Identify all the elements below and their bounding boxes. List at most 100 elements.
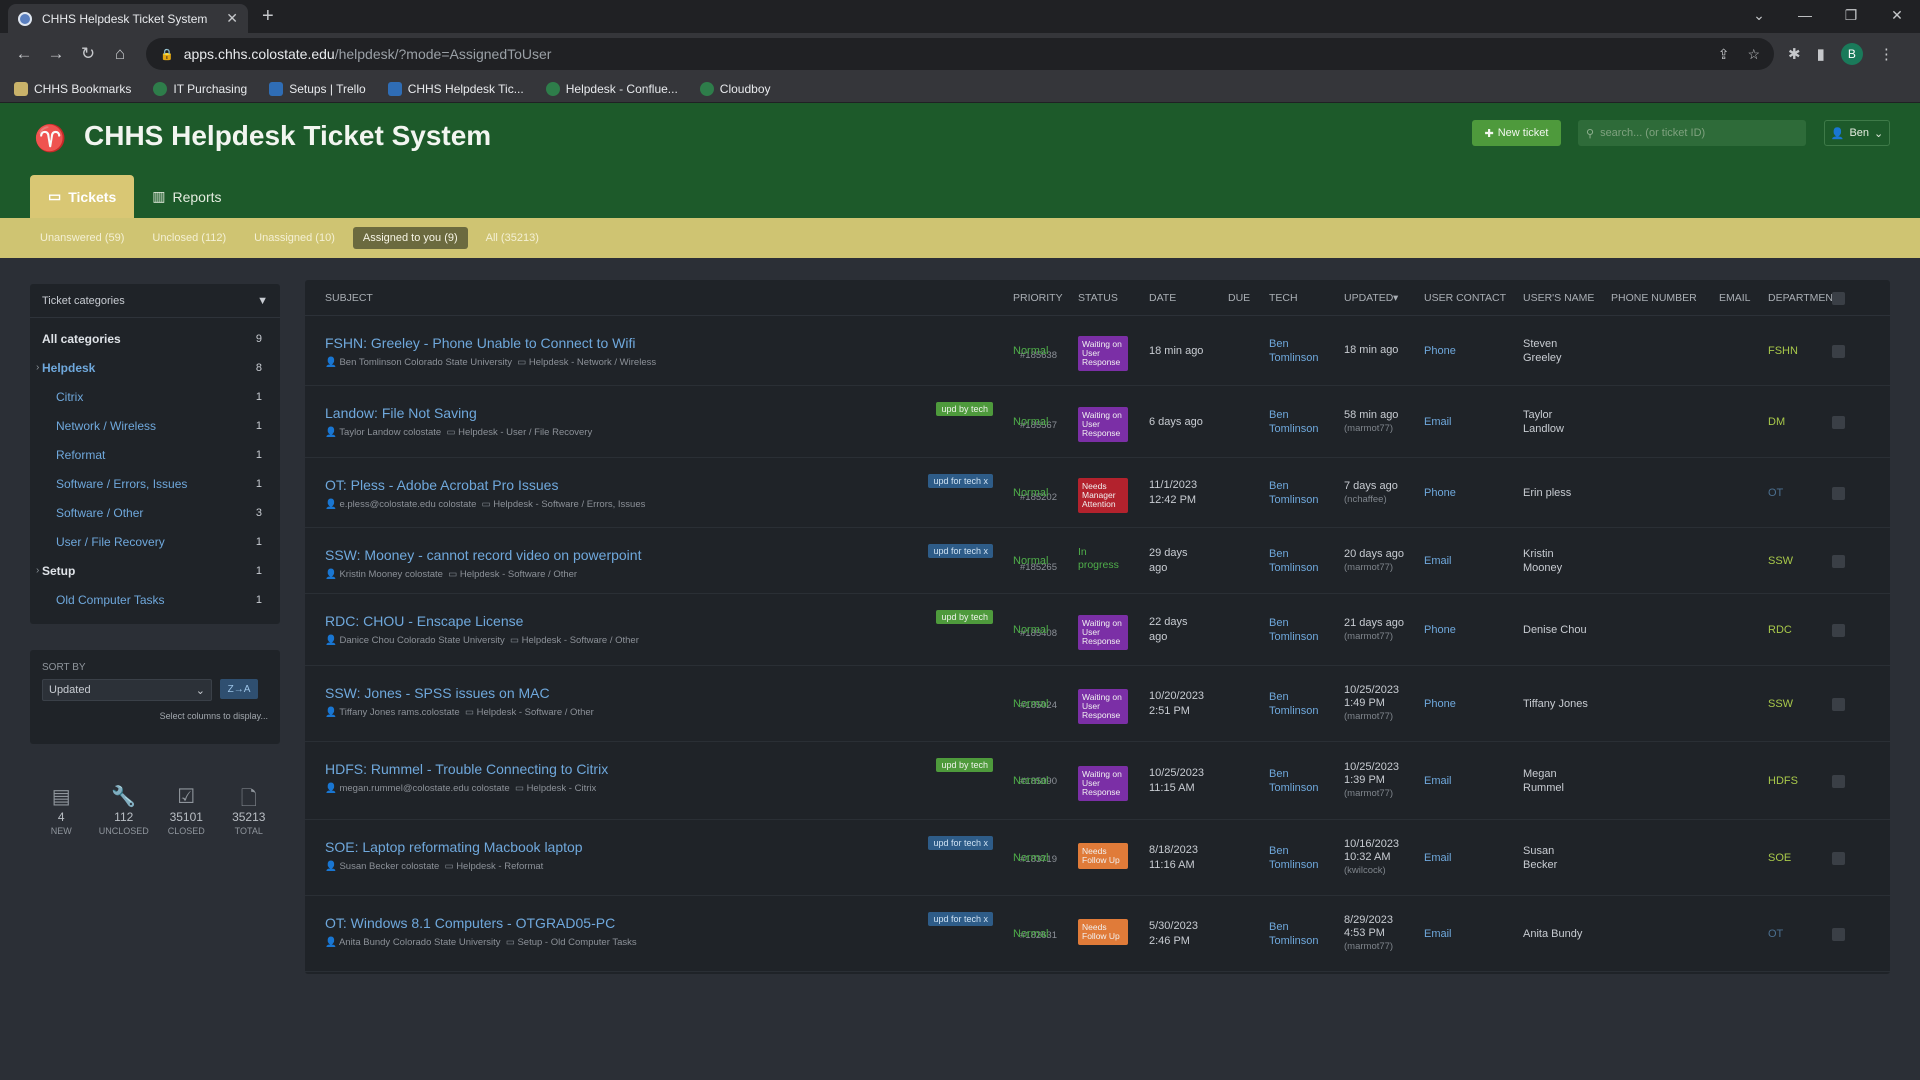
bookmark-item[interactable]: CHHS Bookmarks	[14, 81, 131, 96]
search-input[interactable]	[1600, 127, 1781, 139]
bookmark-item[interactable]: Helpdesk - Conflue...	[545, 81, 678, 96]
bookmark-item[interactable]: Setups | Trello	[269, 81, 366, 96]
tab-search-icon[interactable]: ⌄	[1736, 0, 1782, 33]
category-item[interactable]: All categories 9	[30, 324, 280, 353]
table-row[interactable]: OT: Pless - Adobe Acrobat Pro Issues 👤 e.…	[305, 458, 1890, 528]
tech-link[interactable]: Ben Tomlinson	[1269, 337, 1319, 365]
table-row[interactable]: SOE: Laptop reformating Macbook laptop 👤 …	[305, 820, 1890, 896]
filter-assigned-to-you[interactable]: Assigned to you (9)	[352, 227, 468, 249]
minimize-icon[interactable]: —	[1782, 0, 1828, 33]
restore-icon[interactable]: ❐	[1828, 0, 1874, 33]
tech-link[interactable]: Ben Tomlinson	[1269, 408, 1319, 436]
category-item[interactable]: › Helpdesk 8	[30, 353, 280, 382]
row-checkbox[interactable]	[1832, 928, 1845, 941]
extensions-icon[interactable]: ✱	[1788, 45, 1801, 63]
table-row[interactable]: SSW: Jones - SPSS issues on MAC 👤 Tiffany…	[305, 666, 1890, 742]
bookmark-item[interactable]: Cloudboy	[699, 81, 771, 96]
tech-link[interactable]: Ben Tomlinson	[1269, 767, 1319, 795]
folder-icon	[14, 81, 28, 96]
category-item[interactable]: Software / Errors, Issues 1	[30, 469, 280, 498]
category-item[interactable]: Reformat 1	[30, 440, 280, 469]
browser-tab[interactable]: CHHS Helpdesk Ticket System ✕	[8, 4, 248, 33]
sort-direction-button[interactable]: Z→A	[220, 679, 258, 699]
stat-closed: ☑ 35101 CLOSED	[155, 784, 218, 836]
url-field[interactable]: 🔒 apps.chhs.colostate.edu /helpdesk/?mod…	[146, 38, 1774, 70]
user-contact: Email	[1424, 775, 1452, 787]
filter-unanswered[interactable]: Unanswered (59)	[30, 227, 134, 249]
profile-avatar[interactable]: B	[1840, 43, 1863, 65]
category-item[interactable]: User / File Recovery 1	[30, 527, 280, 556]
bookmark-item[interactable]: CHHS Helpdesk Tic...	[387, 81, 524, 96]
row-checkbox[interactable]	[1832, 487, 1845, 500]
row-checkbox[interactable]	[1832, 852, 1845, 865]
row-checkbox[interactable]	[1832, 345, 1845, 358]
new-ticket-button[interactable]: ✚ New ticket	[1472, 120, 1561, 146]
table-row[interactable]: RDC: CHOU - Enscape License 👤 Danice Chou…	[305, 594, 1890, 666]
col-due[interactable]: DUE	[1228, 292, 1250, 304]
col-phone-number[interactable]: PHONE NUMBER	[1611, 292, 1697, 304]
category-item[interactable]: Network / Wireless 1	[30, 411, 280, 440]
department-label: RDC	[1768, 624, 1792, 636]
row-checkbox[interactable]	[1832, 775, 1845, 788]
col-department[interactable]: DEPARTMENT	[1768, 292, 1839, 304]
close-tab-icon[interactable]: ✕	[226, 10, 238, 27]
tech-link[interactable]: Ben Tomlinson	[1269, 920, 1319, 948]
update-badge[interactable]: upd for tech x	[928, 474, 993, 488]
forward-icon[interactable]: →	[40, 44, 72, 64]
filter-unassigned[interactable]: Unassigned (10)	[244, 227, 345, 249]
col-priority[interactable]: PRIORITY	[1013, 292, 1063, 304]
sort-select[interactable]: Updated ⌄	[42, 679, 212, 701]
update-badge[interactable]: upd for tech x	[928, 836, 993, 850]
user-menu[interactable]: 👤 Ben ⌄	[1824, 120, 1890, 146]
bookmark-star-icon[interactable]: ☆	[1747, 46, 1760, 63]
category-item[interactable]: Software / Other 3	[30, 498, 280, 527]
ram-icon	[153, 81, 168, 96]
category-item[interactable]: Citrix 1	[30, 382, 280, 411]
col-updated[interactable]: UPDATED	[1344, 292, 1393, 304]
col-email[interactable]: EMAIL	[1719, 292, 1751, 304]
update-badge[interactable]: upd for tech x	[928, 544, 993, 558]
filter-unclosed[interactable]: Unclosed (112)	[142, 227, 236, 249]
row-checkbox[interactable]	[1832, 555, 1845, 568]
col-users-name[interactable]: USER'S NAME	[1523, 292, 1594, 304]
reload-icon[interactable]: ↻	[72, 44, 104, 64]
update-badge[interactable]: upd for tech x	[928, 912, 993, 926]
category-item[interactable]: Old Computer Tasks 1	[30, 585, 280, 614]
col-status[interactable]: STATUS	[1078, 292, 1118, 304]
close-window-icon[interactable]: ✕	[1874, 0, 1920, 33]
col-subject[interactable]: SUBJECT	[325, 292, 373, 304]
side-panel-icon[interactable]: ▮	[1817, 45, 1825, 63]
tech-link[interactable]: Ben Tomlinson	[1269, 547, 1319, 575]
updated-time: 10/25/2023 1:49 PM (marmot77)	[1344, 684, 1400, 722]
bookmark-item[interactable]: IT Purchasing	[153, 81, 247, 96]
row-checkbox[interactable]	[1832, 624, 1845, 637]
row-checkbox[interactable]	[1832, 698, 1845, 711]
home-icon[interactable]: ⌂	[104, 44, 136, 64]
table-row[interactable]: HDFS: Rummel - Trouble Connecting to Cit…	[305, 742, 1890, 820]
col-date[interactable]: DATE	[1149, 292, 1176, 304]
tab-reports[interactable]: ▥ Reports	[134, 175, 239, 218]
col-tech[interactable]: TECH	[1269, 292, 1298, 304]
tech-link[interactable]: Ben Tomlinson	[1269, 844, 1319, 872]
tech-link[interactable]: Ben Tomlinson	[1269, 616, 1319, 644]
tab-tickets[interactable]: ▭ Tickets	[30, 175, 135, 218]
table-row[interactable]: SSW: Mooney - cannot record video on pow…	[305, 528, 1890, 594]
tech-link[interactable]: Ben Tomlinson	[1269, 690, 1319, 718]
filter-all[interactable]: All (35213)	[476, 227, 549, 249]
table-row[interactable]: FSHN: Greeley - Phone Unable to Connect …	[305, 316, 1890, 386]
select-columns-link[interactable]: Select columns to display...	[42, 711, 268, 721]
row-checkbox[interactable]	[1832, 416, 1845, 429]
new-tab-icon[interactable]: +	[262, 5, 274, 28]
select-all-checkbox[interactable]	[1832, 292, 1845, 305]
menu-dots-icon[interactable]: ⋮	[1879, 45, 1894, 63]
table-row[interactable]: Landow: File Not Saving 👤 Taylor Landow c…	[305, 386, 1890, 458]
col-user-contact[interactable]: USER CONTACT	[1424, 292, 1506, 304]
category-item[interactable]: › Setup 1	[30, 556, 280, 585]
back-icon[interactable]: ←	[8, 44, 40, 64]
priority-label: Normal	[1013, 555, 1049, 567]
table-row[interactable]: OT: Windows 8.1 Computers - OTGRAD05-PC 👤…	[305, 896, 1890, 972]
ram-logo-icon[interactable]: ♈	[34, 123, 66, 154]
filter-icon[interactable]: ▼	[257, 295, 268, 307]
tech-link[interactable]: Ben Tomlinson	[1269, 479, 1319, 507]
share-icon[interactable]: ⇪	[1718, 46, 1730, 63]
